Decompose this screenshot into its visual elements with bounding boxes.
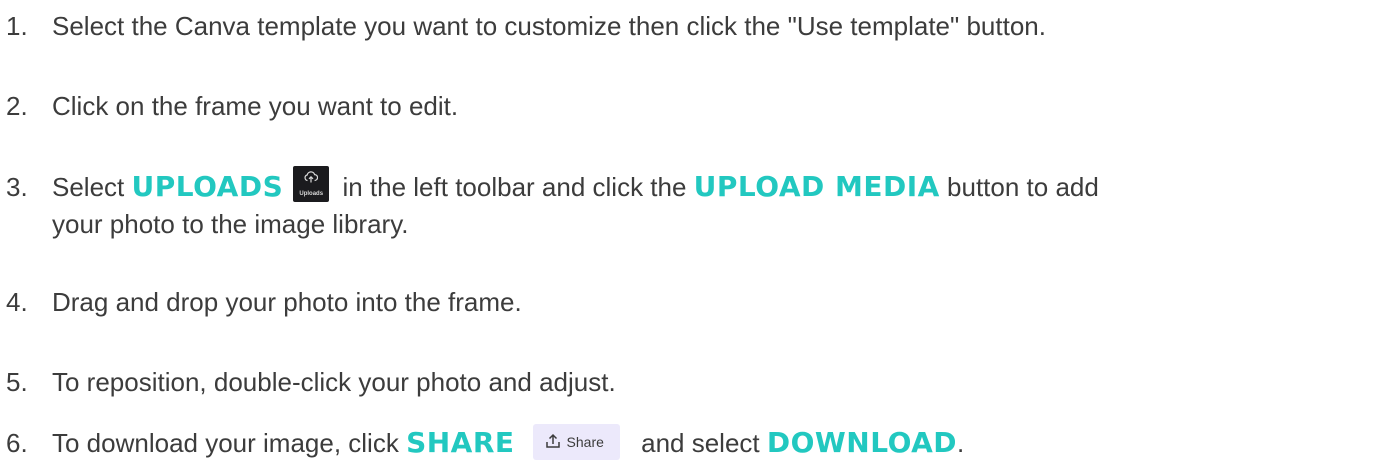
step-text-pre: Select xyxy=(52,172,132,202)
step-2: 2. Click on the frame you want to edit. xyxy=(0,88,458,125)
instruction-steps: 1. Select the Canva template you want to … xyxy=(0,0,1387,470)
step-text-pre: To download your image, click xyxy=(52,428,407,458)
step-number: 4. xyxy=(6,287,28,317)
share-keyword: SHARE xyxy=(406,426,515,459)
step-number: 2. xyxy=(6,91,28,121)
step-text: Drag and drop your photo into the frame. xyxy=(52,287,522,317)
uploads-toolbar-button: Uploads xyxy=(293,166,330,202)
step-text-mid: and select xyxy=(633,428,767,458)
step-4: 4. Drag and drop your photo into the fram… xyxy=(0,284,522,321)
share-button-label: Share xyxy=(566,434,604,451)
step-text: Select the Canva template you want to cu… xyxy=(52,11,1046,41)
uploads-icon-caption: Uploads xyxy=(299,191,324,197)
step-text-post: button to add xyxy=(939,172,1099,202)
step-1: 1. Select the Canva template you want to … xyxy=(0,8,1046,45)
step-number: 5. xyxy=(6,367,28,397)
cloud-upload-icon xyxy=(304,171,319,183)
step-6: 6. To download your image, click SHARE Sha… xyxy=(0,424,964,462)
upload-media-keyword: UPLOAD MEDIA xyxy=(693,170,940,203)
step-text-post: . xyxy=(957,428,965,458)
step-number: 1. xyxy=(6,11,28,41)
step-3: 3. Select UPLOADS Uploads in the left tool… xyxy=(0,166,1099,243)
download-keyword: DOWNLOAD xyxy=(766,426,958,459)
step-text-mid: in the left toolbar and click the xyxy=(335,172,694,202)
share-upload-icon xyxy=(545,434,560,448)
step-5: 5. To reposition, double-click your photo… xyxy=(0,364,616,401)
step-text: To reposition, double-click your photo a… xyxy=(52,367,616,397)
step-number: 6. xyxy=(6,428,28,458)
uploads-keyword: UPLOADS xyxy=(131,170,284,203)
step-text-line2: your photo to the image library. xyxy=(52,209,409,239)
step-text: Click on the frame you want to edit. xyxy=(52,91,459,121)
share-button: Share xyxy=(532,424,620,461)
step-number: 3. xyxy=(6,172,28,202)
